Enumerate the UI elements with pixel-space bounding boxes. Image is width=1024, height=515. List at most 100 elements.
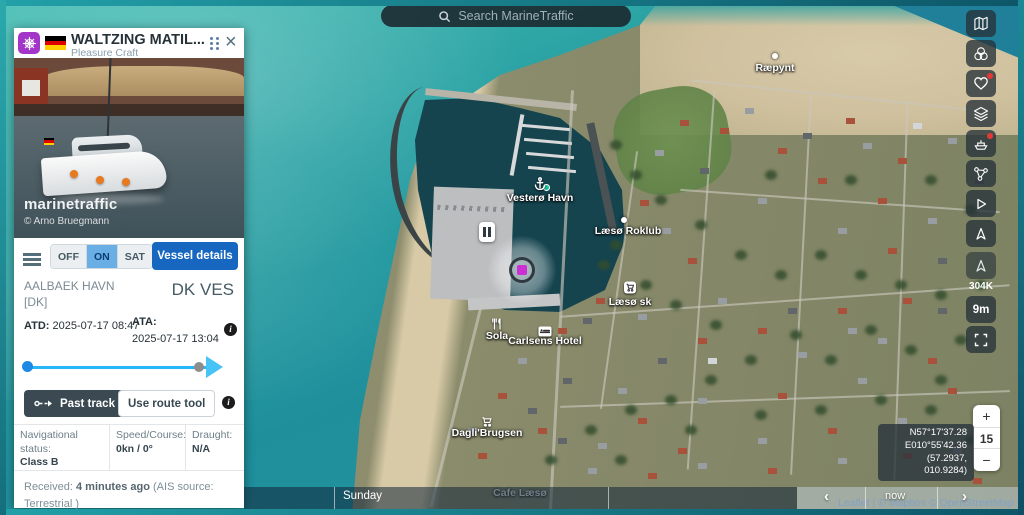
range-value: 9m: [973, 304, 990, 316]
marinetraffic-app: Ræpynt Vesterø Havn Læsø Roklub Læsø sk …: [0, 0, 1024, 515]
ata-value: 2025-07-17 13:04: [132, 333, 219, 345]
atd-label: ATD:: [24, 320, 49, 332]
vessel-type-label: Pleasure Craft: [71, 47, 138, 59]
stat-label: Draught:: [192, 429, 232, 441]
window-frame: [0, 0, 1024, 6]
destination: DK VES: [172, 280, 234, 300]
favorites-button[interactable]: [966, 70, 996, 97]
vessel-details-button[interactable]: Vessel details: [152, 242, 238, 270]
zoom-out-button[interactable]: −: [973, 449, 1000, 471]
timeline-divider: [608, 487, 609, 509]
fullscreen-icon: [974, 333, 988, 347]
selected-vessel-marker[interactable]: [517, 265, 527, 275]
stat-speed-course: Speed/Course: 0kn / 0°: [110, 425, 186, 470]
map-label-vesteroe-havn: Vesterø Havn: [507, 192, 574, 204]
toggle-sat[interactable]: SAT: [118, 245, 152, 268]
map-label-sola: Sola: [486, 330, 508, 342]
map-style-button[interactable]: [966, 10, 996, 37]
timeline-divider: [865, 487, 866, 509]
play-icon: [974, 197, 988, 211]
past-track-label: Past track: [60, 398, 115, 410]
heart-icon: [973, 76, 989, 91]
coords-lon: E010°55'42.36: [885, 440, 967, 453]
search-placeholder: Search MarineTraffic: [458, 9, 573, 23]
zoom-control: + 15 −: [973, 405, 1000, 471]
route-info-icon[interactable]: i: [222, 396, 235, 409]
close-icon[interactable]: ×: [225, 29, 237, 55]
timeline-divider: [937, 487, 938, 509]
vessel-info-panel: WALTZING MATIL... Pleasure Craft × marin…: [14, 28, 244, 508]
center-vessel-button[interactable]: [966, 220, 996, 247]
route-tool-button[interactable]: Use route tool: [118, 390, 215, 417]
search-icon: [438, 10, 451, 23]
stat-label: Speed/Course:: [116, 429, 186, 441]
germany-flag-icon: [45, 36, 66, 50]
photo-sailboat-hull: [41, 150, 167, 197]
routes-button[interactable]: [966, 160, 996, 187]
ata-label: ATA:: [132, 316, 157, 328]
photo-watermark: marinetraffic: [24, 196, 117, 213]
vessel-count: 304K: [966, 281, 996, 292]
stat-value: 0kn / 0°: [116, 443, 179, 457]
ata-row: ATA: 2025-07-17 13:04: [132, 314, 219, 347]
voyage-position-dot: [194, 362, 204, 372]
map-icon: [973, 16, 989, 31]
playback-button[interactable]: [966, 190, 996, 217]
my-fleet-button[interactable]: [966, 130, 996, 157]
ata-info-icon[interactable]: i: [224, 323, 237, 336]
panel-header: WALTZING MATIL... Pleasure Craft ×: [14, 28, 244, 58]
layers-button[interactable]: [966, 100, 996, 127]
photo-fender: [70, 170, 78, 178]
zoom-level: 15: [973, 427, 1000, 449]
timeline-day-label: Sunday: [343, 490, 382, 502]
vessel-arrow-icon: [974, 227, 988, 241]
toggle-on[interactable]: ON: [87, 245, 118, 268]
range-button[interactable]: 9m: [966, 296, 996, 323]
vessel-title[interactable]: WALTZING MATIL...: [71, 32, 205, 48]
moored-vessel-marker[interactable]: [479, 222, 495, 242]
voyage-progress-line: [26, 366, 212, 369]
timeline-now-label: now: [885, 490, 905, 502]
departure-port: AALBAEK HAVN [DK]: [24, 278, 114, 310]
timeline-prev-icon[interactable]: ‹: [824, 488, 829, 505]
filters-icon: [973, 46, 989, 62]
map-label-laesoe-sk: Læsø sk: [609, 296, 652, 308]
past-track-button[interactable]: Past track: [24, 390, 125, 417]
timeline-bar[interactable]: [244, 487, 797, 509]
menu-icon[interactable]: [23, 253, 41, 256]
timeline-future-bar[interactable]: [797, 487, 1018, 509]
received-prefix: Received:: [24, 481, 73, 493]
fleet-icon: [973, 136, 989, 151]
filters-button[interactable]: [966, 40, 996, 67]
map-label-carlsens-hotel: Carlsens Hotel: [508, 335, 582, 347]
nearby-vessels-button[interactable]: [966, 252, 996, 279]
atd-row: ATD: 2025-07-17 08:47: [24, 320, 139, 332]
window-frame: [0, 509, 1024, 515]
coords-decimal: (57.2937, 010.9284): [885, 453, 967, 479]
stat-nav-status: Navigational status: Class B: [14, 425, 110, 470]
poi-dot: [772, 53, 778, 59]
nearby-vessels-icon: [974, 259, 988, 273]
drag-handle-icon[interactable]: [210, 37, 213, 40]
timeline-divider: [334, 487, 335, 509]
timeline-next-icon[interactable]: ›: [962, 488, 967, 505]
vessel-photo: marinetraffic © Arno Bruegmann: [14, 58, 244, 238]
port-name: AALBAEK HAVN: [24, 279, 114, 293]
pleasure-craft-icon: [18, 32, 40, 54]
stat-value: N/A: [192, 443, 238, 457]
port-country: [DK]: [24, 295, 47, 309]
toggle-off[interactable]: OFF: [51, 245, 87, 268]
window-frame: [0, 0, 6, 515]
layers-icon: [973, 106, 989, 122]
map-label-dagli-brugsen: Dagli'Brugsen: [452, 427, 523, 439]
photo-fender: [122, 178, 130, 186]
photo-barge: [14, 58, 244, 116]
zoom-in-button[interactable]: +: [973, 405, 1000, 427]
photo-stern-flag: [44, 138, 54, 145]
photo-credit: © Arno Bruegmann: [24, 216, 109, 227]
search-bar[interactable]: Search MarineTraffic: [381, 5, 631, 27]
map-label-raepynt: Ræpynt: [755, 62, 794, 74]
fullscreen-button[interactable]: [966, 326, 996, 353]
photo-fender: [96, 176, 104, 184]
route-nodes-icon: [973, 166, 989, 182]
